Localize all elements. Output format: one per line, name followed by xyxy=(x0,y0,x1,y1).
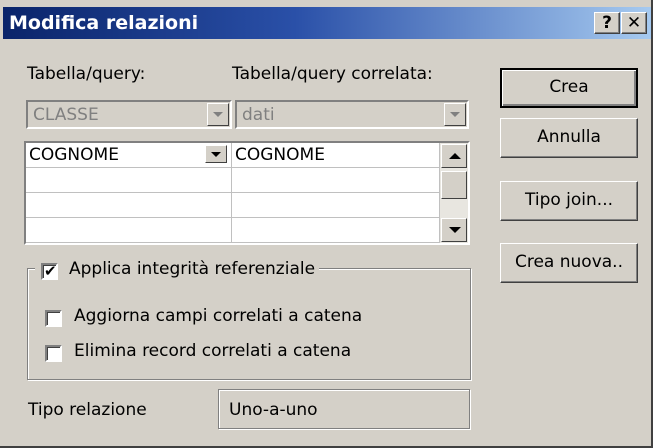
grid-cell-related-field[interactable]: COGNOME xyxy=(232,143,440,168)
relationship-type-value: Uno-a-uno xyxy=(229,400,318,420)
related-table-label: Tabella/query correlata: xyxy=(232,64,433,84)
create-new-button[interactable]: Crea nuova.. xyxy=(500,243,638,283)
field-dropdown-button[interactable] xyxy=(205,145,227,163)
cascade-update-label[interactable]: Aggiorna campi correlati a catena xyxy=(74,306,362,326)
help-button[interactable]: ? xyxy=(594,12,620,34)
dialog-title: Modifica relazioni xyxy=(9,12,199,34)
enforce-integrity-label: Applica integrità referenziale xyxy=(69,259,316,279)
related-table-combo[interactable]: dati xyxy=(235,100,469,129)
field-mapping-grid[interactable]: COGNOME COGNOME xyxy=(24,141,470,245)
grid-cell-table-field[interactable] xyxy=(26,218,232,243)
relationship-type-label: Tipo relazione xyxy=(28,400,147,420)
chevron-down-icon xyxy=(213,112,223,117)
cascade-update-checkbox[interactable] xyxy=(45,310,62,327)
chevron-down-icon xyxy=(211,152,221,157)
related-table-combo-value: dati xyxy=(242,105,275,125)
grid-cell-text: COGNOME xyxy=(235,145,325,165)
cancel-button[interactable]: Annulla xyxy=(500,118,638,158)
grid-cell-related-field[interactable] xyxy=(232,168,440,193)
table-combo[interactable]: CLASSE xyxy=(26,100,232,129)
related-table-combo-dropdown-button[interactable] xyxy=(444,103,466,126)
grid-cell-related-field[interactable] xyxy=(232,218,440,243)
join-type-button[interactable]: Tipo join... xyxy=(500,181,638,221)
table-combo-value: CLASSE xyxy=(33,105,99,125)
grid-cell-table-field[interactable] xyxy=(26,168,232,193)
scroll-thumb[interactable] xyxy=(441,171,467,199)
enforce-integrity-option[interactable]: ✔ Applica integrità referenziale xyxy=(35,258,320,282)
table-combo-dropdown-button[interactable] xyxy=(207,103,229,126)
modify-relationships-dialog: Modifica relazioni ? ✕ Tabella/query: Ta… xyxy=(0,0,653,448)
relationship-type-box: Uno-a-uno xyxy=(218,389,470,429)
create-button[interactable]: Crea xyxy=(500,68,638,108)
cascade-delete-checkbox[interactable] xyxy=(45,345,62,362)
checkmark-icon: ✔ xyxy=(44,262,57,280)
grid-cell-related-field[interactable] xyxy=(232,193,440,218)
close-icon: ✕ xyxy=(626,13,642,33)
title-bar: Modifica relazioni ? ✕ xyxy=(3,7,651,39)
arrow-up-icon xyxy=(449,153,461,159)
cascade-delete-label[interactable]: Elimina record correlati a catena xyxy=(74,341,351,361)
scroll-up-button[interactable] xyxy=(441,144,467,168)
grid-cell-table-field[interactable] xyxy=(26,193,232,218)
arrow-down-icon xyxy=(449,227,461,233)
grid-cell-table-field[interactable]: COGNOME xyxy=(26,143,232,168)
table-label: Tabella/query: xyxy=(27,64,146,84)
grid-vertical-scrollbar[interactable] xyxy=(440,143,468,243)
grid-cell-text: COGNOME xyxy=(29,145,119,165)
help-icon: ? xyxy=(602,13,612,33)
close-button[interactable]: ✕ xyxy=(621,12,647,34)
scroll-down-button[interactable] xyxy=(441,218,467,242)
enforce-integrity-checkbox[interactable]: ✔ xyxy=(41,262,58,280)
chevron-down-icon xyxy=(450,112,460,117)
